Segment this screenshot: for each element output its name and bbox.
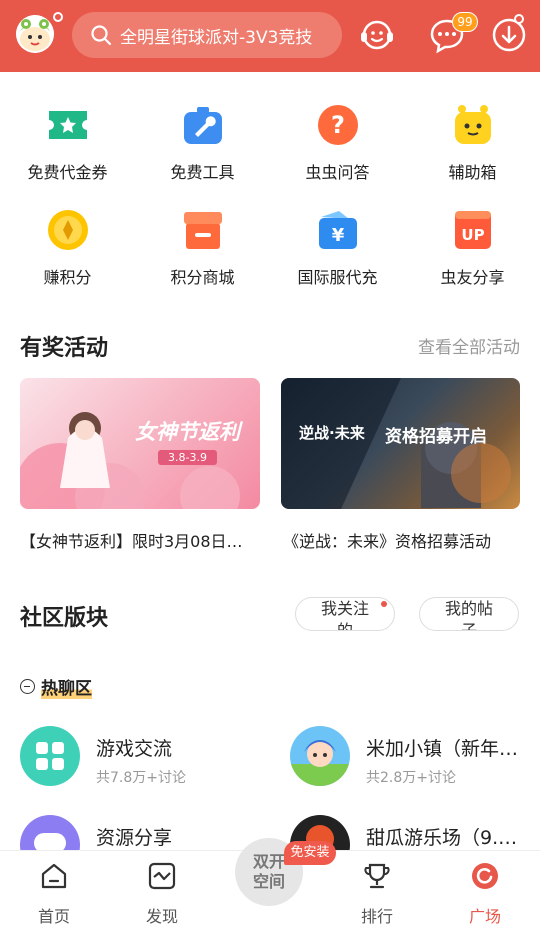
search-bar[interactable]: 全明星街球派对-3V3竞技 (72, 12, 342, 58)
tool-helper-box[interactable]: 辅助箱 (405, 103, 540, 183)
tab-rank[interactable]: 排行 (337, 861, 417, 927)
activity-banner-womens-day[interactable]: 女神节返利 3.8-3.9 (20, 378, 260, 509)
tool-points-mall[interactable]: 积分商城 (135, 208, 270, 288)
discover-icon (148, 862, 176, 890)
notification-dot (53, 12, 63, 22)
coupon-icon (46, 103, 90, 147)
view-all-activities-link[interactable]: 查看全部活动 (418, 333, 520, 358)
banner-date: 3.8-3.9 (158, 450, 217, 465)
avatar[interactable] (16, 15, 54, 53)
tool-intl-recharge[interactable]: ¥ 国际服代充 (270, 208, 405, 288)
tool-coupon[interactable]: 免费代金券 (0, 103, 135, 183)
hot-chat-section[interactable]: 热聊区 (20, 674, 92, 699)
following-dot (381, 601, 387, 607)
tab-plaza[interactable]: 广场 (445, 861, 525, 927)
tab-discover[interactable]: 发现 (122, 861, 202, 927)
tab-home[interactable]: 首页 (14, 861, 94, 927)
message-count-badge: 99 (452, 12, 478, 32)
banner-title: 资格招募开启 (385, 427, 487, 447)
activity-caption[interactable]: 《逆战：未来》资格招募活动 (283, 528, 523, 552)
plaza-icon (472, 863, 498, 889)
home-icon (41, 863, 67, 889)
community-title: 社区版块 (20, 606, 109, 631)
hot-chat-label: 热聊区 (41, 674, 92, 699)
search-icon (91, 25, 112, 46)
activity-banner-nizhan[interactable]: 逆战·未来 资格招募开启 (281, 378, 520, 509)
coin-icon (46, 208, 90, 252)
following-button[interactable]: 我关注的 (295, 597, 395, 631)
banner-title: 女神节返利 (135, 420, 240, 444)
miga-town-icon (290, 726, 350, 786)
toolbox-icon (181, 103, 225, 147)
activity-caption[interactable]: 【女神节返利】限时3月08日… (20, 528, 265, 552)
tool-earn-points[interactable]: 赚积分 (0, 208, 135, 288)
trophy-icon (364, 863, 390, 889)
svg-text:UP: UP (461, 226, 484, 244)
activities-title: 有奖活动 (20, 336, 109, 361)
install-free-badge: 免安装 (284, 841, 336, 865)
wallet-icon: ¥ (316, 208, 360, 252)
grid-app-icon (20, 726, 80, 786)
robot-icon (451, 103, 495, 147)
shop-icon (181, 208, 225, 252)
download-dot (514, 14, 524, 24)
up-icon: UP (451, 208, 495, 252)
banner-logo: 逆战·未来 (299, 424, 365, 442)
svg-text:?: ? (331, 111, 345, 139)
tool-qa[interactable]: ? 虫虫问答 (270, 103, 405, 183)
board-game-chat[interactable]: 游戏交流 共7.8万+讨论 (20, 726, 270, 787)
svg-text:¥: ¥ (331, 225, 344, 246)
my-posts-button[interactable]: 我的帖子 (419, 597, 519, 631)
tool-free-tools[interactable]: 免费工具 (135, 103, 270, 183)
board-miga-town[interactable]: 米加小镇（新年… 共2.8万+讨论 (290, 726, 530, 787)
tool-share[interactable]: UP 虫友分享 (405, 208, 540, 288)
search-text: 全明星街球派对-3V3竞技 (120, 27, 313, 48)
question-icon: ? (316, 103, 360, 147)
collapse-icon (20, 679, 35, 694)
customer-service-icon[interactable] (358, 16, 396, 54)
